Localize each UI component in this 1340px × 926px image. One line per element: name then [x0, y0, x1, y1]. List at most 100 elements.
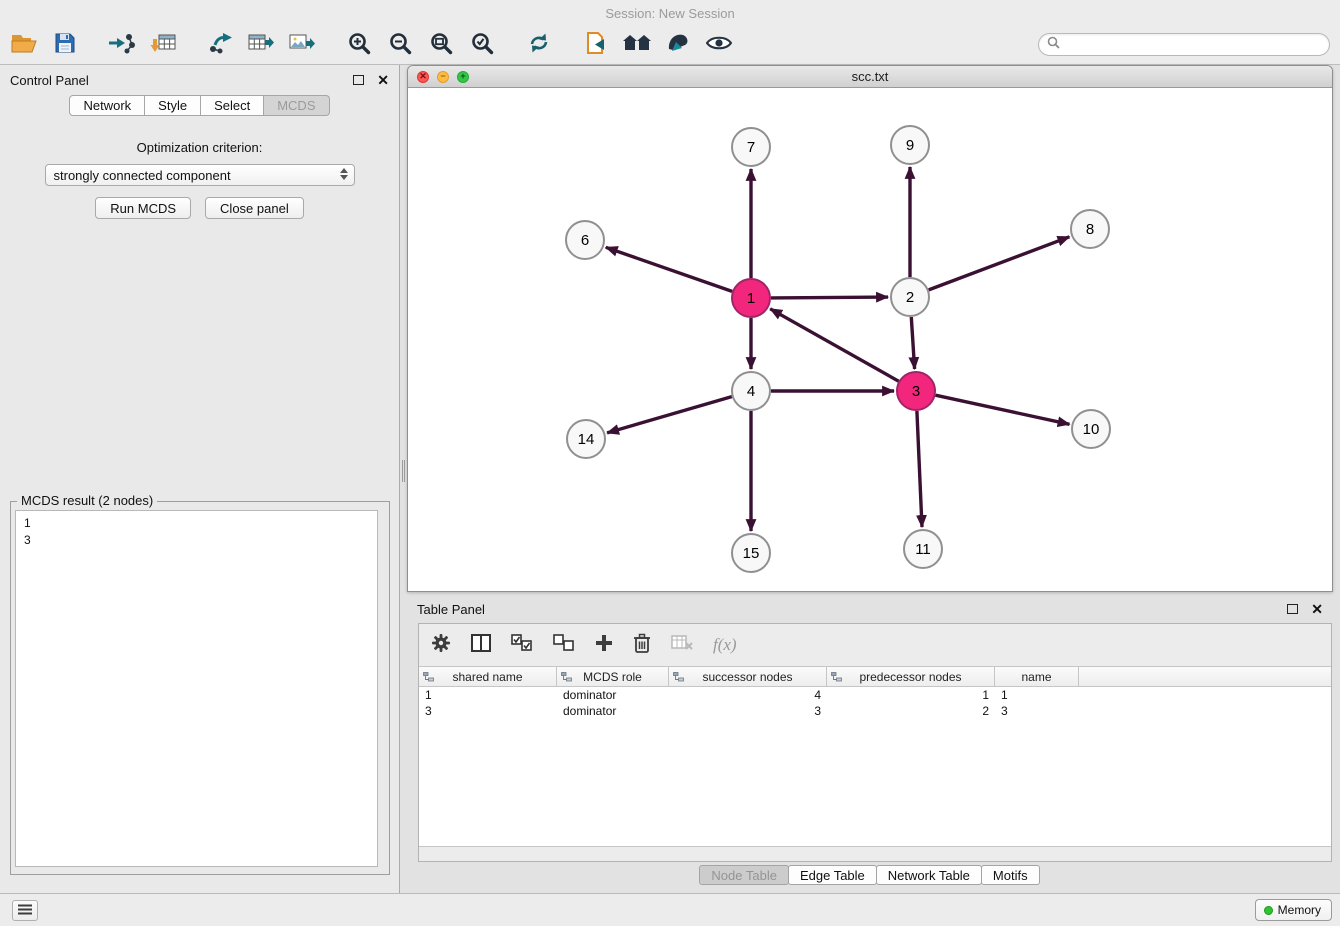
tab-style[interactable]: Style [145, 95, 201, 116]
graph-edge[interactable] [911, 317, 914, 369]
network-graph[interactable]: 1 2 3 4 6 7 8 9 10 11 14 15 [408, 88, 1332, 591]
mcds-result-line: 3 [24, 532, 369, 549]
gear-icon [431, 633, 451, 658]
column-header-mcds-role[interactable]: MCDS role [557, 667, 669, 686]
close-table-panel-icon[interactable]: ✕ [1311, 602, 1323, 616]
export-document-button[interactable] [580, 30, 612, 60]
open-file-button[interactable] [8, 30, 40, 60]
control-panel-title: Control Panel [10, 73, 89, 88]
graph-edge[interactable] [936, 395, 1070, 424]
graph-edge[interactable] [929, 237, 1070, 290]
graph-node-label: 2 [906, 289, 914, 306]
network-overview-button[interactable] [621, 30, 653, 60]
save-session-button[interactable] [49, 30, 81, 60]
add-column-button[interactable] [595, 630, 613, 660]
graph-node[interactable]: 10 [1072, 410, 1110, 448]
export-table-button[interactable] [245, 30, 277, 60]
tab-node-table[interactable]: Node Table [699, 865, 789, 885]
column-header-name[interactable]: name [995, 667, 1079, 686]
import-network-button[interactable] [106, 30, 138, 60]
deselect-all-button[interactable] [553, 630, 575, 660]
export-image-icon [289, 31, 315, 60]
mcds-result-list[interactable]: 13 [15, 510, 378, 867]
graph-node[interactable]: 1 [732, 279, 770, 317]
column-label: MCDS role [583, 670, 642, 684]
graph-edge[interactable] [770, 309, 898, 381]
graph-edge[interactable] [771, 297, 888, 298]
network-canvas[interactable]: 1 2 3 4 6 7 8 9 10 11 14 15 [408, 88, 1332, 591]
zoom-fit-icon [429, 31, 453, 60]
horizontal-scrollbar[interactable] [419, 846, 1331, 861]
close-panel-icon[interactable]: ✕ [377, 73, 389, 87]
export-network-button[interactable] [204, 30, 236, 60]
close-panel-button[interactable]: Close panel [205, 197, 304, 219]
graph-node[interactable]: 14 [567, 420, 605, 458]
table-row[interactable]: 3dominator323 [419, 703, 1331, 719]
zoom-out-button[interactable] [384, 30, 416, 60]
zoom-in-button[interactable] [343, 30, 375, 60]
table-cell: 3 [419, 703, 557, 719]
export-image-button[interactable] [286, 30, 318, 60]
column-header-successor-nodes[interactable]: successor nodes [669, 667, 827, 686]
show-columns-button[interactable] [471, 630, 491, 660]
graph-node[interactable]: 4 [732, 372, 770, 410]
graph-node[interactable]: 6 [566, 221, 604, 259]
table-settings-button[interactable] [431, 630, 451, 660]
delete-table-button [671, 630, 693, 660]
table-cell: dominator [557, 703, 669, 719]
task-history-button[interactable] [12, 900, 38, 921]
window-minimize-icon[interactable]: − [437, 71, 449, 83]
graph-node[interactable]: 3 [897, 372, 935, 410]
apply-style-button[interactable] [662, 30, 694, 60]
import-table-button[interactable] [147, 30, 179, 60]
tab-network-table[interactable]: Network Table [876, 865, 982, 885]
window-zoom-icon[interactable]: + [457, 71, 469, 83]
criterion-dropdown[interactable]: strongly connected component [45, 164, 355, 186]
tab-select[interactable]: Select [201, 95, 264, 116]
column-header-predecessor-nodes[interactable]: predecessor nodes [827, 667, 995, 686]
graph-node[interactable]: 2 [891, 278, 929, 316]
column-header-shared-name[interactable]: shared name [419, 667, 557, 686]
table-row[interactable]: 1dominator411 [419, 687, 1331, 703]
tab-mcds[interactable]: MCDS [264, 95, 329, 116]
window-close-icon[interactable]: ✕ [417, 71, 429, 83]
graph-node[interactable]: 8 [1071, 210, 1109, 248]
list-icon [18, 902, 32, 920]
network-view-window: scc.txt ✕ − + 1 2 3 4 6 7 8 9 10 11 14 15 [407, 65, 1333, 592]
network-window-titlebar[interactable]: scc.txt ✕ − + [408, 66, 1332, 88]
run-mcds-button[interactable]: Run MCDS [95, 197, 191, 219]
graph-node-label: 11 [915, 541, 931, 558]
graph-edge[interactable] [606, 247, 732, 291]
refresh-view-button[interactable] [523, 30, 555, 60]
select-all-button[interactable] [511, 630, 533, 660]
table-tabs: Node Table Edge Table Network Table Moti… [407, 865, 1333, 885]
graph-node[interactable]: 9 [891, 126, 929, 164]
graph-node[interactable]: 15 [732, 534, 770, 572]
title-bar: Session: New Session [0, 0, 1340, 26]
column-label: successor nodes [702, 670, 792, 684]
column-tree-icon [561, 671, 572, 685]
graph-node-label: 7 [747, 139, 755, 156]
zoom-selected-button[interactable] [466, 30, 498, 60]
graph-node-label: 14 [578, 431, 595, 448]
memory-button[interactable]: Memory [1255, 899, 1332, 921]
tab-edge-table[interactable]: Edge Table [788, 865, 877, 885]
float-table-panel-icon[interactable] [1287, 604, 1298, 614]
deselect-all-icon [553, 634, 575, 657]
search-field[interactable] [1038, 33, 1330, 56]
zoom-fit-button[interactable] [425, 30, 457, 60]
graph-edge[interactable] [917, 411, 922, 527]
float-window-icon[interactable] [353, 75, 364, 85]
homes-icon [622, 32, 652, 59]
tab-network[interactable]: Network [69, 95, 145, 116]
pane-divider-handle[interactable] [401, 460, 406, 482]
delete-column-button[interactable] [633, 630, 651, 660]
eye-icon [706, 34, 732, 57]
tab-motifs[interactable]: Motifs [981, 865, 1040, 885]
show-hide-button[interactable] [703, 30, 735, 60]
graph-node[interactable]: 11 [904, 530, 942, 568]
graph-edge[interactable] [607, 397, 732, 433]
search-input[interactable] [1065, 38, 1329, 52]
graph-node[interactable]: 7 [732, 128, 770, 166]
dropdown-arrows-icon [340, 168, 348, 180]
